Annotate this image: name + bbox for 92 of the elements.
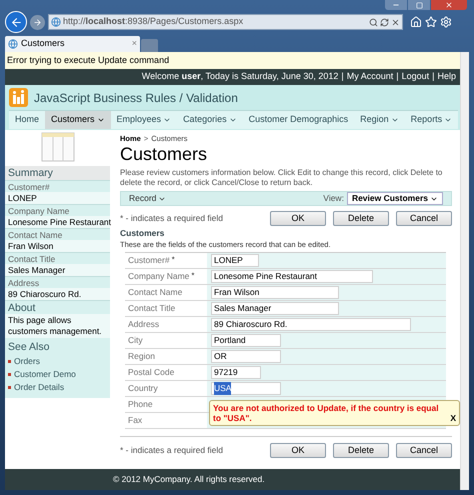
page-icon (8, 39, 18, 49)
input-field[interactable]: USA (211, 382, 281, 395)
page-title: Customers (120, 144, 208, 164)
input-field[interactable]: Sales Manager (211, 302, 339, 315)
menu-item[interactable]: Home (9, 111, 46, 129)
required-note: * - indicates a required field (120, 212, 224, 225)
view-label: View: (323, 192, 344, 205)
browser-tab[interactable]: Customers × (5, 36, 140, 52)
copyright-text: © 2012 MyCompany. All rights reserved. (113, 473, 265, 486)
ok-button[interactable]: OK (270, 442, 326, 458)
sidebar-heading: Summary (5, 166, 110, 180)
search-icon[interactable] (369, 18, 378, 26)
refresh-icon[interactable] (380, 18, 389, 26)
separator: | (432, 70, 434, 84)
table-icon (40, 132, 74, 164)
top-link[interactable]: My Account (346, 70, 394, 84)
address-bar[interactable]: http://localhost:8938/Pages/Customers.aspx (48, 14, 403, 30)
ok-button[interactable]: OK (270, 211, 326, 226)
app-title: JavaScript Business Rules / Validation (34, 90, 238, 106)
minimize-button[interactable] (385, 0, 407, 10)
view-dropdown[interactable]: Review Customers (346, 192, 443, 205)
menu-item[interactable]: Customer Demographics (242, 111, 354, 129)
input-field[interactable]: LONEP (211, 254, 259, 267)
forward-button[interactable] (30, 14, 45, 30)
summary-value: Fran Wilson (5, 240, 110, 252)
field-label: Postal Code (128, 366, 174, 379)
url-text: http://localhost:8938/Pages/Customers.aspx (63, 15, 244, 28)
top-link[interactable]: Help (437, 70, 456, 84)
field-label: Region (128, 350, 155, 363)
input-field[interactable]: Lonesome Pine Restaurant (211, 270, 373, 283)
field-label: Country (128, 382, 158, 395)
separator: | (396, 70, 399, 84)
tooltip-message: You are not authorized to Update, if the country is equal to "USA". (213, 402, 440, 423)
back-arrow-icon (10, 16, 22, 28)
record-menu[interactable]: Record (129, 192, 166, 205)
input-field[interactable]: Portland (211, 334, 281, 347)
logo-icon (9, 88, 28, 107)
field-label: Contact Name (128, 286, 182, 299)
maximize-icon (416, 2, 422, 8)
action-button[interactable]: Delete (333, 442, 389, 458)
required-mark: * (172, 254, 175, 266)
required-mark: * (191, 270, 195, 282)
field-label: City (128, 334, 143, 347)
see-also-link[interactable]: Orders (14, 355, 40, 368)
bullet-icon (8, 360, 11, 363)
menu-item[interactable]: Customers (45, 111, 111, 129)
separator: | (341, 70, 344, 84)
field-label: Phone (128, 398, 153, 411)
see-also-link[interactable]: Order Details (14, 381, 64, 394)
summary-value: Lonesome Pine Restaurant (5, 216, 110, 228)
stop-icon[interactable] (391, 18, 400, 26)
action-button[interactable]: Cancel (396, 442, 452, 458)
action-button[interactable]: Cancel (396, 211, 452, 226)
field-label: Address (128, 318, 160, 331)
tooltip-close-button[interactable]: X (450, 412, 456, 423)
bullet-icon (8, 373, 11, 376)
action-button[interactable]: Delete (333, 211, 389, 226)
page-description: Please review customers information below. Click Edit to change this record, click Delete to delete the record, or click Cancel/Close to return back. (120, 168, 444, 188)
back-button[interactable] (5, 11, 27, 33)
bullet-icon (8, 386, 11, 389)
field-label: Contact Title (128, 302, 176, 315)
error-message: Error trying to execute Update command (7, 54, 170, 67)
menu-item[interactable]: Categories (177, 111, 243, 129)
menu-item[interactable]: Region (354, 111, 405, 129)
scrollbar[interactable] (460, 52, 469, 490)
field-label: Customer# (128, 254, 170, 267)
maximize-button[interactable] (408, 0, 430, 10)
input-field[interactable]: 89 Chiaroscuro Rd. (211, 318, 411, 331)
close-icon (445, 1, 453, 9)
section-title: Customers (120, 227, 166, 240)
home-icon[interactable] (410, 16, 422, 28)
forward-arrow-icon (33, 18, 42, 26)
about-text: This page allows customers management. (5, 314, 110, 338)
input-field[interactable]: OR (211, 350, 281, 363)
welcome-text: Welcome user, Today is Saturday, June 30, 2012 (142, 70, 338, 84)
top-link[interactable]: Logout (402, 70, 430, 84)
summary-value: LONEP (5, 192, 110, 204)
required-note: * - indicates a required field (120, 444, 224, 457)
favorites-icon[interactable] (425, 16, 437, 28)
input-field[interactable]: Fran Wilson (211, 286, 339, 299)
sidebar-heading: See Also (7, 340, 50, 355)
menu-item[interactable]: Employees (110, 111, 178, 129)
see-also-link[interactable]: Customer Demo (14, 368, 76, 381)
field-label: Company Name (128, 270, 190, 283)
tab-title: Customers (21, 37, 66, 50)
input-field[interactable]: 97219 (211, 366, 261, 379)
settings-icon[interactable] (440, 16, 452, 28)
field-label: Fax (128, 414, 142, 427)
summary-value: Sales Manager (5, 264, 110, 276)
summary-value: 89 Chiaroscuro Rd. (5, 288, 110, 300)
menu-item[interactable]: Reports (404, 111, 458, 129)
page-icon (51, 17, 61, 27)
